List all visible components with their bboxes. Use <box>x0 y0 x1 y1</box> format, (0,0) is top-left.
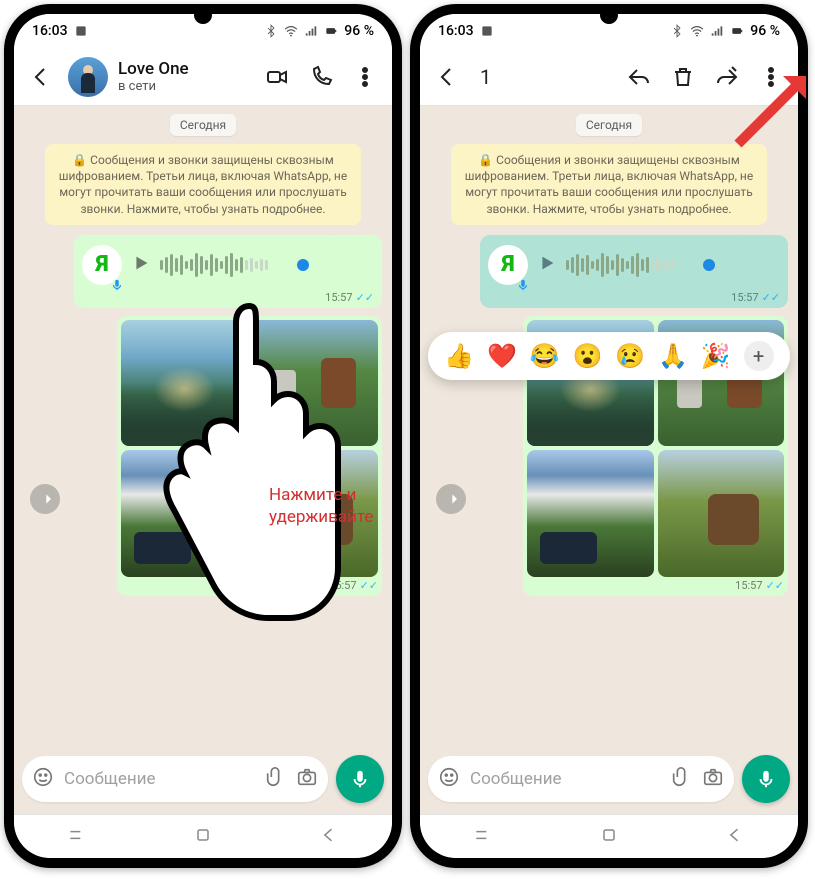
sticker-icon[interactable] <box>438 766 460 792</box>
play-button[interactable] <box>536 252 558 278</box>
sticker-icon[interactable] <box>32 766 54 792</box>
video-call-button[interactable] <box>260 60 294 94</box>
voice-message-bubble[interactable]: Я 15:57 ✓✓ <box>480 235 788 308</box>
image-thumbnail-3[interactable] <box>121 450 247 576</box>
battery-text: 96 % <box>750 23 780 39</box>
back-button[interactable] <box>24 60 58 94</box>
images-time: 15:57 <box>329 579 356 592</box>
voice-time: 15:57 <box>731 291 758 304</box>
battery-icon <box>730 24 744 38</box>
voice-message-bubble[interactable]: Я 15:57 ✓✓ <box>74 235 382 308</box>
attach-icon[interactable] <box>670 766 692 792</box>
forward-button[interactable] <box>436 484 466 514</box>
status-time: 16:03 <box>32 23 68 39</box>
image-thumbnail-4[interactable] <box>658 450 784 576</box>
images-time: 15:57 <box>735 579 762 592</box>
red-arrow-annotation <box>728 64 815 158</box>
play-button[interactable] <box>130 252 152 278</box>
camera-icon[interactable] <box>702 766 724 792</box>
nav-recents[interactable] <box>473 825 493 849</box>
voice-record-button[interactable] <box>336 755 384 803</box>
chat-area[interactable]: Сегодня 🔒 Сообщения и звонки защищены ск… <box>420 106 798 752</box>
date-pill: Сегодня <box>170 114 236 136</box>
date-pill: Сегодня <box>576 114 642 136</box>
reaction-sad[interactable]: 😢 <box>615 342 645 370</box>
nav-recents[interactable] <box>67 825 87 849</box>
voice-sender-avatar: Я <box>488 245 528 285</box>
nav-bar <box>420 814 798 858</box>
nav-bar <box>14 814 392 858</box>
image-thumbnail-1[interactable] <box>121 320 247 446</box>
back-button[interactable] <box>430 60 464 94</box>
encryption-notice[interactable]: 🔒 Сообщения и звонки защищены сквозным ш… <box>45 144 360 225</box>
voice-call-button[interactable] <box>304 60 338 94</box>
encryption-notice[interactable]: 🔒 Сообщения и звонки защищены сквозным ш… <box>451 144 766 225</box>
status-time: 16:03 <box>438 23 474 39</box>
signal-icon <box>304 24 318 38</box>
contact-status: в сети <box>118 79 250 95</box>
mic-badge-icon <box>516 273 530 287</box>
input-placeholder: Сообщение <box>64 769 254 789</box>
mic-badge-icon <box>110 273 124 287</box>
read-checks-icon: ✓✓ <box>762 291 780 304</box>
contact-info[interactable]: Love One в сети <box>118 59 250 95</box>
battery-text: 96 % <box>344 23 374 39</box>
voice-waveform[interactable] <box>566 252 780 278</box>
selection-count: 1 <box>480 65 612 89</box>
message-input-bar: Сообщение <box>14 752 392 814</box>
message-input[interactable]: Сообщение <box>22 756 328 802</box>
contact-avatar[interactable] <box>68 57 108 97</box>
battery-icon <box>324 24 338 38</box>
message-input-bar: Сообщение <box>420 752 798 814</box>
bluetooth-icon <box>670 24 684 38</box>
wifi-icon <box>284 24 298 38</box>
message-input[interactable]: Сообщение <box>428 756 734 802</box>
reaction-pray[interactable]: 🙏 <box>658 342 688 370</box>
nav-home[interactable] <box>599 825 619 849</box>
phone-left: 16:03 96 % Love One в сети <box>4 4 402 868</box>
reaction-heart[interactable]: ❤️ <box>487 342 517 370</box>
reply-button[interactable] <box>622 60 656 94</box>
nav-back[interactable] <box>319 825 339 849</box>
notification-icon <box>74 24 88 38</box>
voice-time: 15:57 <box>325 291 352 304</box>
voice-record-button[interactable] <box>742 755 790 803</box>
read-checks-icon: ✓✓ <box>766 579 784 592</box>
phone-right: 16:03 96 % 1 Сего <box>410 4 808 868</box>
image-thumbnail-2[interactable] <box>252 320 378 446</box>
camera-icon[interactable] <box>296 766 318 792</box>
camera-notch <box>600 6 618 24</box>
reaction-thumbsup[interactable]: 👍 <box>444 342 474 370</box>
image-grid-message[interactable]: 15:57 ✓✓ <box>117 316 382 596</box>
reaction-more-button[interactable]: + <box>744 341 774 371</box>
chat-header: Love One в сети <box>14 48 392 106</box>
more-button[interactable] <box>348 60 382 94</box>
notification-icon <box>480 24 494 38</box>
delete-button[interactable] <box>666 60 700 94</box>
nav-home[interactable] <box>193 825 213 849</box>
camera-notch <box>194 6 212 24</box>
reaction-party[interactable]: 🎉 <box>701 342 731 370</box>
voice-waveform[interactable] <box>160 252 374 278</box>
bluetooth-icon <box>264 24 278 38</box>
input-placeholder: Сообщение <box>470 769 660 789</box>
voice-progress-dot[interactable] <box>297 259 309 271</box>
read-checks-icon: ✓✓ <box>356 291 374 304</box>
signal-icon <box>710 24 724 38</box>
chat-area[interactable]: Сегодня 🔒 Сообщения и звонки защищены ск… <box>14 106 392 752</box>
image-thumbnail-3[interactable] <box>527 450 653 576</box>
reaction-bar: 👍 ❤️ 😂 😮 😢 🙏 🎉 + <box>428 332 790 380</box>
voice-progress-dot[interactable] <box>703 259 715 271</box>
attach-icon[interactable] <box>264 766 286 792</box>
voice-sender-avatar: Я <box>82 245 122 285</box>
annotation-text: Нажмите и удерживайте <box>269 484 373 528</box>
reaction-wow[interactable]: 😮 <box>573 342 603 370</box>
reaction-laugh[interactable]: 😂 <box>530 342 560 370</box>
contact-name: Love One <box>118 59 250 79</box>
wifi-icon <box>690 24 704 38</box>
nav-back[interactable] <box>725 825 745 849</box>
read-checks-icon: ✓✓ <box>360 579 378 592</box>
forward-button[interactable] <box>30 484 60 514</box>
